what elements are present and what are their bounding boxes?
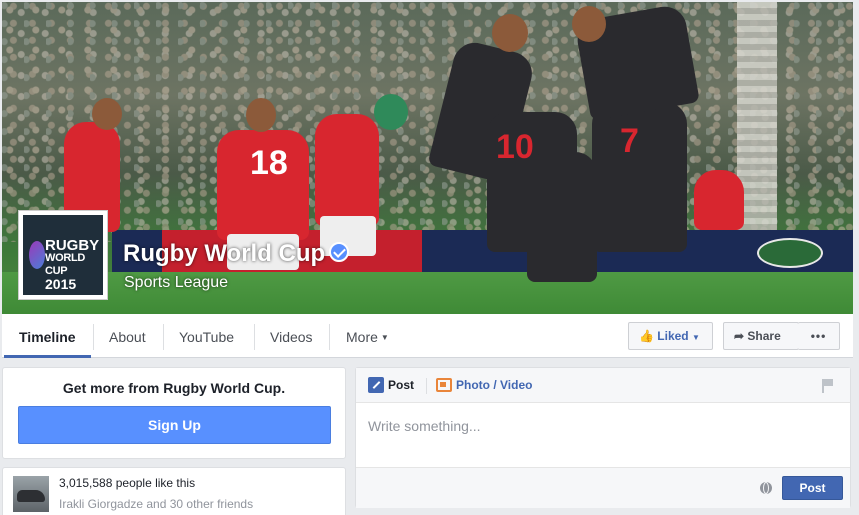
composer-tabs: Post Photo / Video [356,368,850,403]
cover-photo[interactable]: 18 10 7 RUGBY WORLD CUP 2015 Rugby World… [2,2,853,314]
tab-videos[interactable]: Videos [255,314,328,358]
red-player-middle-head [374,94,408,130]
cover-jersey-number: 18 [250,144,288,182]
page-title[interactable]: Rugby World Cup [123,240,350,268]
tab-label: Videos [270,329,313,345]
tab-about[interactable]: About [94,314,161,358]
composer-tab-post-label: Post [388,378,415,393]
red-player-right [694,170,744,230]
liked-label: Liked [657,329,689,343]
profile-picture[interactable]: RUGBY WORLD CUP 2015 [18,210,108,300]
cover-jersey-number: 10 [496,128,534,166]
page-category[interactable]: Sports League [124,274,228,292]
tab-timeline[interactable]: Timeline [4,314,91,358]
tab-more[interactable]: More ▼ [331,314,404,358]
composer-tab-photo-video[interactable]: Photo / Video [436,377,533,393]
thumbs-up-icon: 👍 [639,329,654,343]
page-name-text[interactable]: Rugby World Cup [123,240,325,267]
black-player-center [527,152,597,282]
cover-jersey-number: 7 [620,122,639,160]
red-player-left-head [92,98,122,130]
post-composer: Post Photo / Video Write something... Po… [355,367,851,508]
black-player-7 [592,102,687,252]
composer-tab-photo-label: Photo / Video [456,378,533,392]
composer-tab-post[interactable]: Post [368,377,415,394]
signup-card: Get more from Rugby World Cup. Sign Up [2,367,346,459]
tab-label: YouTube [179,329,235,345]
tab-divider [329,324,330,350]
friend-avatar[interactable] [13,476,49,512]
composer-footer: Post [356,467,850,508]
share-label: Share [747,329,781,343]
share-arrow-icon: ➦ [734,329,745,343]
profile-logo: RUGBY WORLD CUP 2015 [23,215,103,295]
black-player-top-right-head [572,6,606,42]
liked-button[interactable]: 👍 Liked ▼ [628,322,713,350]
rugby-ball-icon [29,241,45,269]
photo-icon [436,377,452,392]
composer-input[interactable]: Write something... [368,418,481,434]
share-button[interactable]: ➦ Share [723,322,799,350]
red-player-middle [315,114,379,226]
globe-icon[interactable] [760,482,772,494]
likes-count[interactable]: 3,015,588 people like this [59,476,195,490]
more-options-button[interactable]: ••• [798,322,840,350]
black-player-jumping-head [492,14,528,52]
tab-label: More [346,329,378,345]
tab-label: Timeline [19,329,76,345]
pencil-icon [368,377,384,393]
flag-icon[interactable] [822,379,834,393]
profile-logo-line2: WORLD CUP [45,252,86,277]
red-player-18-head [246,98,276,132]
profile-logo-line1: RUGBY [45,237,100,254]
verified-badge-icon [329,241,350,262]
profile-logo-text: RUGBY WORLD CUP 2015 [45,237,103,292]
more-dots-icon: ••• [810,329,827,343]
ad-board-oval-logo [757,238,823,268]
caret-down-icon: ▼ [691,333,700,342]
composer-tab-divider [426,378,427,394]
friends-like-text[interactable]: Irakli Giorgadze and 30 other friends [59,497,253,511]
likes-card: 3,015,588 people like this Irakli Giorga… [2,467,346,515]
tab-youtube[interactable]: YouTube [164,314,249,358]
caret-down-icon: ▼ [380,333,389,343]
sign-up-button[interactable]: Sign Up [18,406,331,444]
signup-title: Get more from Rugby World Cup. [62,380,286,396]
profile-logo-line3: 2015 [45,276,77,292]
tab-label: About [109,329,146,345]
post-button[interactable]: Post [782,476,843,500]
